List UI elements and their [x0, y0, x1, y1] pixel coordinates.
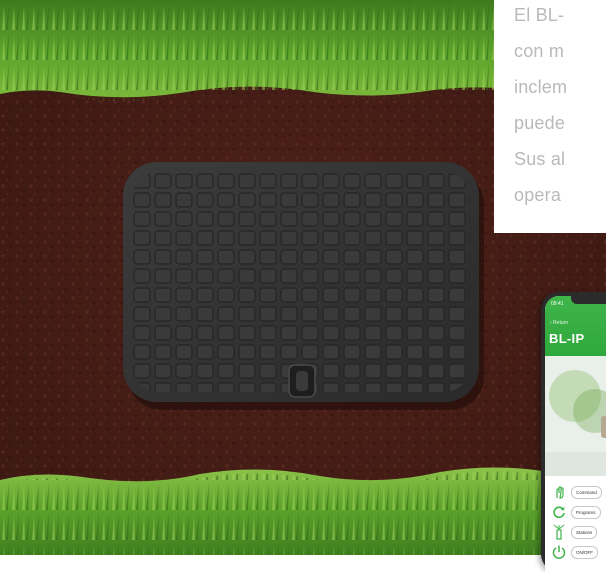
description-line: El BL- — [514, 5, 565, 25]
menu-label: Stations — [571, 525, 598, 539]
description-panel: El BL- con m inclem puede Sus al opera — [494, 0, 606, 233]
description-line: con m — [514, 41, 565, 61]
power-icon — [551, 544, 567, 560]
menu-item-stations[interactable]: Stations — [545, 522, 606, 542]
status-time: 09:41 — [551, 301, 564, 307]
back-link[interactable]: ‹ Return — [550, 320, 568, 326]
description-line: puede — [514, 113, 566, 133]
sprinkler-icon — [551, 524, 567, 540]
app-header: 09:41 ‹ Return BL-IP — [545, 296, 606, 356]
menu-item-onoff[interactable]: ON/OFF — [545, 542, 606, 562]
description-line: inclem — [514, 77, 568, 97]
phone-screen: 09:41 ‹ Return BL-IP Command Programs St… — [545, 296, 606, 572]
app-title: BL-IP — [549, 331, 585, 346]
app-hero-image — [545, 356, 606, 476]
description-line: Sus al — [514, 149, 566, 169]
phone-notch — [571, 296, 606, 304]
menu-item-programs[interactable]: Programs — [545, 502, 606, 522]
menu-label: Programs — [571, 505, 601, 519]
phone-mockup: 09:41 ‹ Return BL-IP Command Programs St… — [541, 292, 606, 572]
menu-label: ON/OFF — [571, 545, 598, 559]
menu-item-command[interactable]: Command — [545, 482, 606, 502]
hand-icon — [551, 484, 567, 500]
app-menu: Command Programs Stations ON/OFF — [545, 476, 606, 562]
refresh-icon — [551, 504, 567, 520]
description-line: opera — [514, 185, 562, 205]
menu-label: Command — [571, 485, 602, 499]
